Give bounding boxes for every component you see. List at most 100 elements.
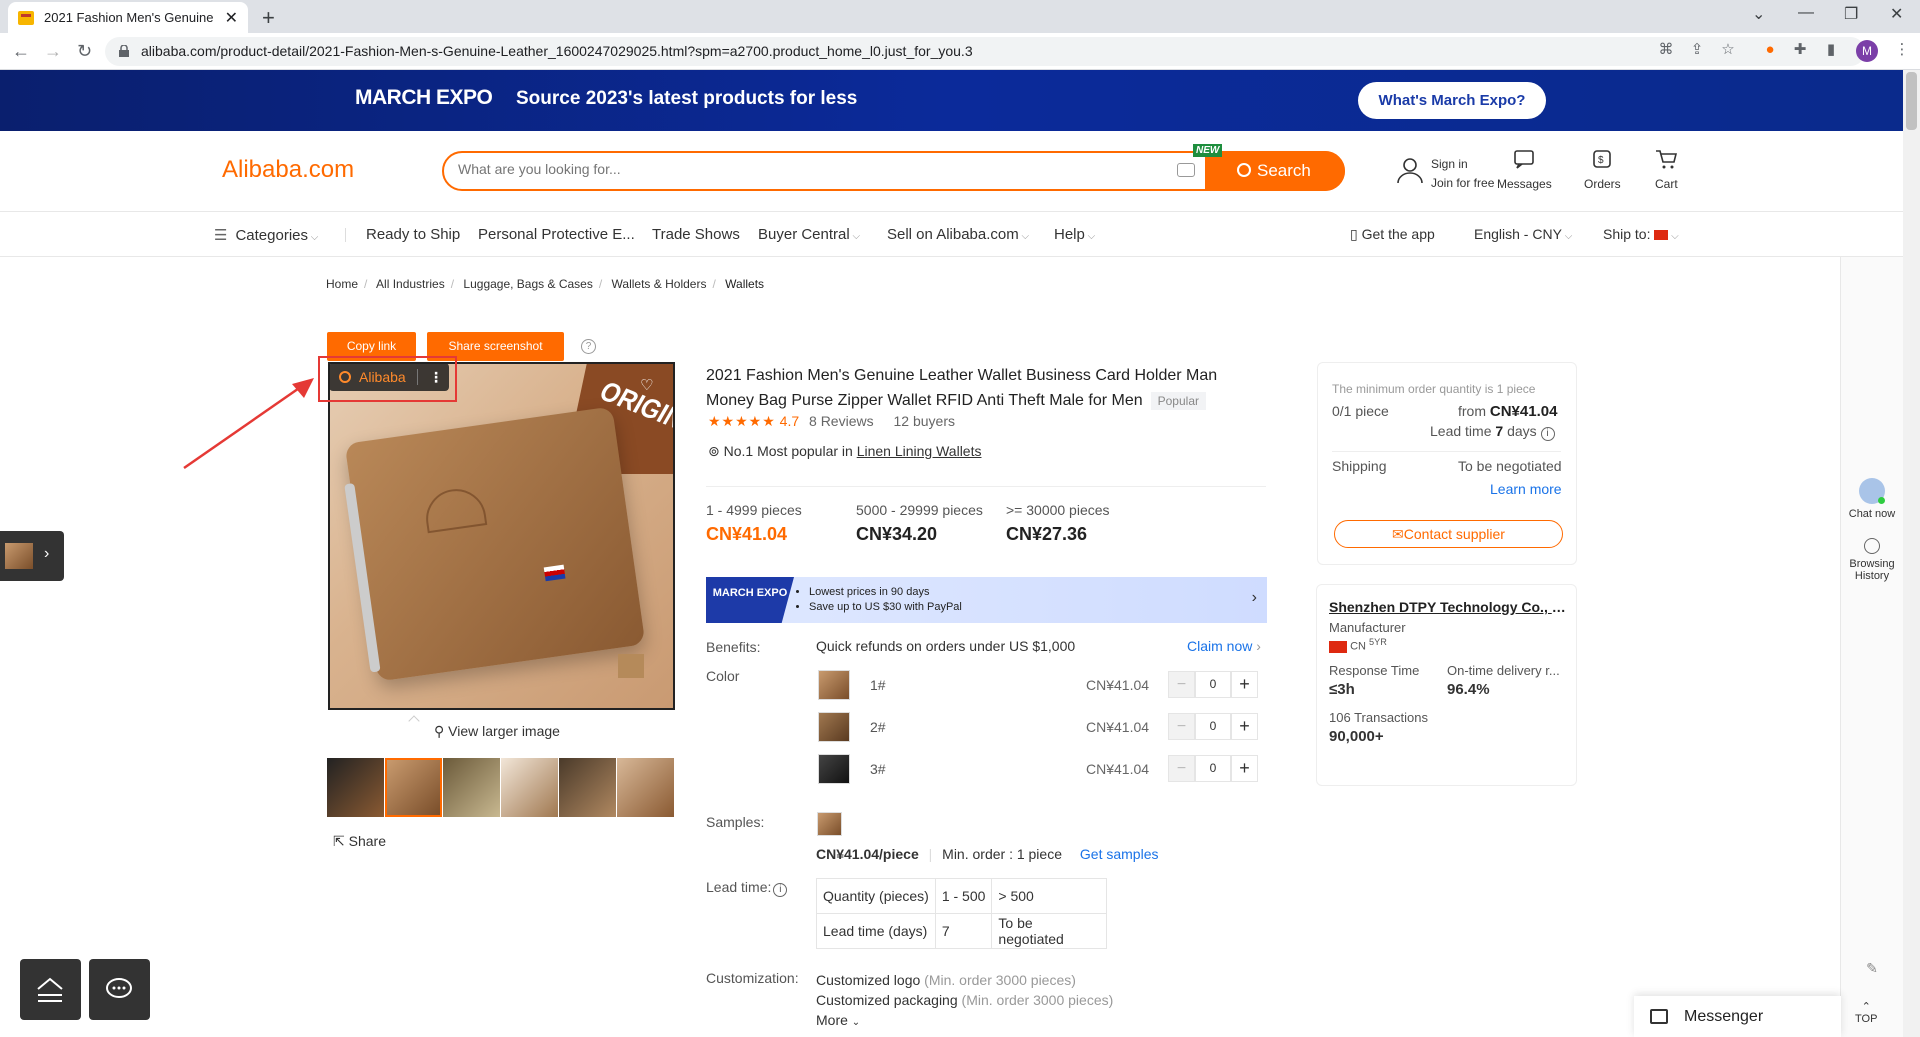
breadcrumb-wallets-holders[interactable]: Wallets & Holders xyxy=(612,277,707,291)
camera-search-icon[interactable] xyxy=(1177,163,1195,177)
language-currency-selector[interactable]: English - CNY xyxy=(1474,226,1572,242)
breadcrumb-all-industries[interactable]: All Industries xyxy=(376,277,445,291)
menu-float-button[interactable] xyxy=(20,959,81,1020)
minimize-icon[interactable]: — xyxy=(1798,4,1814,22)
messages-label: Messages xyxy=(1497,177,1552,191)
nav-trade-shows[interactable]: Trade Shows xyxy=(652,226,740,243)
on-time-delivery-value: 96.4% xyxy=(1447,681,1490,698)
chat-float-button[interactable] xyxy=(89,959,150,1020)
quantity-input[interactable]: 0 xyxy=(1195,755,1231,782)
new-tab-icon[interactable]: + xyxy=(262,5,275,31)
categories-menu[interactable]: ☰ Categories xyxy=(214,226,318,244)
decrease-quantity-button[interactable]: − xyxy=(1168,755,1195,782)
increase-quantity-button[interactable]: + xyxy=(1231,671,1258,698)
page-scrollbar[interactable] xyxy=(1903,70,1920,1037)
close-window-icon[interactable]: ✕ xyxy=(1890,4,1903,24)
decrease-quantity-button[interactable]: − xyxy=(1168,671,1195,698)
shipping-value: To be negotiated xyxy=(1458,458,1562,474)
whats-march-expo-button[interactable]: What's March Expo? xyxy=(1358,82,1546,119)
get-the-app[interactable]: ▯ Get the app xyxy=(1350,226,1435,243)
browser-tab[interactable]: 2021 Fashion Men's Genuine L ✕ xyxy=(8,2,248,33)
alibaba-logo[interactable]: Alibaba.com xyxy=(222,156,354,184)
forward-icon[interactable]: → xyxy=(44,41,62,62)
get-samples-link[interactable]: Get samples xyxy=(1080,846,1159,862)
nav-ready-to-ship[interactable]: Ready to Ship xyxy=(366,226,460,243)
share-link[interactable]: ⇱ Share xyxy=(333,833,386,850)
browsing-history-button[interactable]: Browsing History xyxy=(1842,538,1902,582)
march-expo-promo[interactable]: MARCH EXPO Lowest prices in 90 days Save… xyxy=(706,577,1267,623)
info-icon[interactable]: i xyxy=(773,883,788,897)
nav-sell[interactable]: Sell on Alibaba.com xyxy=(887,226,1029,243)
view-larger-image-link[interactable]: ⚲ View larger image xyxy=(434,723,560,740)
color-swatch-2[interactable] xyxy=(818,712,850,742)
breadcrumb-luggage[interactable]: Luggage, Bags & Cases xyxy=(463,277,592,291)
thumbnail-2[interactable] xyxy=(385,758,442,817)
cart-link[interactable]: Cart xyxy=(1655,148,1678,191)
back-icon[interactable]: ← xyxy=(12,41,30,62)
claim-now-link[interactable]: Claim now › xyxy=(1187,638,1261,654)
increase-quantity-button[interactable]: + xyxy=(1231,755,1258,782)
benefit-text: Quick refunds on orders under US $1,000 xyxy=(816,638,1076,654)
thumbnail-4[interactable] xyxy=(501,758,558,817)
extensions-puzzle-icon[interactable]: ✚ xyxy=(1791,41,1809,59)
nav-help[interactable]: Help xyxy=(1054,226,1095,243)
sample-thumbnail[interactable] xyxy=(817,812,842,836)
tab-search-icon[interactable]: ⌄ xyxy=(1752,4,1765,24)
bookmark-star-icon[interactable]: ☆ xyxy=(1719,41,1737,59)
china-flag-icon xyxy=(1329,640,1347,653)
browser-menu-icon[interactable]: ⋮ xyxy=(1893,41,1911,59)
close-tab-icon[interactable]: ✕ xyxy=(225,8,238,28)
share-page-icon[interactable]: ⇪ xyxy=(1688,41,1706,59)
thumbnail-3[interactable] xyxy=(443,758,500,817)
recently-viewed-float[interactable]: › xyxy=(0,531,64,581)
nav-ppe[interactable]: Personal Protective E... xyxy=(478,226,635,243)
thumbnail-1[interactable] xyxy=(327,758,384,817)
join-free-label[interactable]: Join for free xyxy=(1431,174,1494,193)
profile-avatar[interactable]: M xyxy=(1856,40,1878,62)
sign-in-link[interactable]: Sign in Join for free xyxy=(1395,155,1494,193)
search-input[interactable] xyxy=(458,161,1158,177)
linen-lining-wallets-link[interactable]: Linen Lining Wallets xyxy=(857,443,982,459)
color-swatch-3[interactable] xyxy=(818,754,850,784)
more-link[interactable]: More ⌄ xyxy=(816,1010,1113,1033)
reload-icon[interactable]: ↻ xyxy=(77,41,92,62)
china-flag-icon xyxy=(1654,230,1669,241)
search-button[interactable]: Search xyxy=(1205,151,1345,191)
decrease-quantity-button[interactable]: − xyxy=(1168,713,1195,740)
reviews-link[interactable]: 8 Reviews xyxy=(809,413,874,429)
breadcrumb-home[interactable]: Home xyxy=(326,277,358,291)
side-panel-icon[interactable]: ▮ xyxy=(1822,41,1840,59)
scrollbar-thumb[interactable] xyxy=(1906,72,1917,130)
march-expo-banner[interactable]: MARCH EXPO Source 2023's latest products… xyxy=(0,70,1903,131)
restore-icon[interactable]: ❐ xyxy=(1844,4,1858,24)
color-swatch-1[interactable] xyxy=(818,670,850,700)
messages-link[interactable]: Messages xyxy=(1497,148,1552,191)
supplier-name-link[interactable]: Shenzhen DTPY Technology Co., Ltd. xyxy=(1329,599,1569,615)
breadcrumb-wallets[interactable]: Wallets xyxy=(725,277,764,291)
orders-link[interactable]: $ Orders xyxy=(1584,148,1621,191)
quantity-input[interactable]: 0 xyxy=(1195,671,1231,698)
info-icon[interactable]: i xyxy=(1540,427,1555,441)
feedback-icon[interactable]: ✎ xyxy=(1842,960,1902,977)
quantity-input[interactable]: 0 xyxy=(1195,713,1231,740)
march-expo-logo: MARCH EXPO xyxy=(706,577,794,623)
thumbnail-6[interactable] xyxy=(617,758,674,817)
back-to-top-button[interactable]: ⌃ TOP xyxy=(1855,1000,1877,1025)
increase-quantity-button[interactable]: + xyxy=(1231,713,1258,740)
ship-to-selector[interactable]: Ship to: xyxy=(1603,226,1679,242)
favorite-heart-icon[interactable]: ♡ xyxy=(640,376,653,394)
main-product-image[interactable]: ORIGIN xyxy=(328,362,675,710)
contact-supplier-button[interactable]: ✉Contact supplier xyxy=(1334,520,1563,548)
sign-in-label[interactable]: Sign in xyxy=(1431,155,1494,174)
thumbnail-5[interactable] xyxy=(559,758,616,817)
url-field[interactable]: alibaba.com/product-detail/2021-Fashion-… xyxy=(105,37,1865,66)
extension-icon[interactable]: ● xyxy=(1761,41,1779,59)
learn-more-link[interactable]: Learn more xyxy=(1490,481,1562,497)
translate-icon[interactable]: ⌘ xyxy=(1657,41,1675,59)
messenger-button[interactable]: Messenger xyxy=(1634,996,1841,1037)
nav-buyer-central[interactable]: Buyer Central xyxy=(758,226,860,243)
url-text: alibaba.com/product-detail/2021-Fashion-… xyxy=(141,43,973,59)
color-price: CN¥41.04 xyxy=(1086,719,1150,735)
chat-now-button[interactable]: Chat now xyxy=(1842,478,1902,520)
help-icon[interactable]: ? xyxy=(581,339,596,354)
